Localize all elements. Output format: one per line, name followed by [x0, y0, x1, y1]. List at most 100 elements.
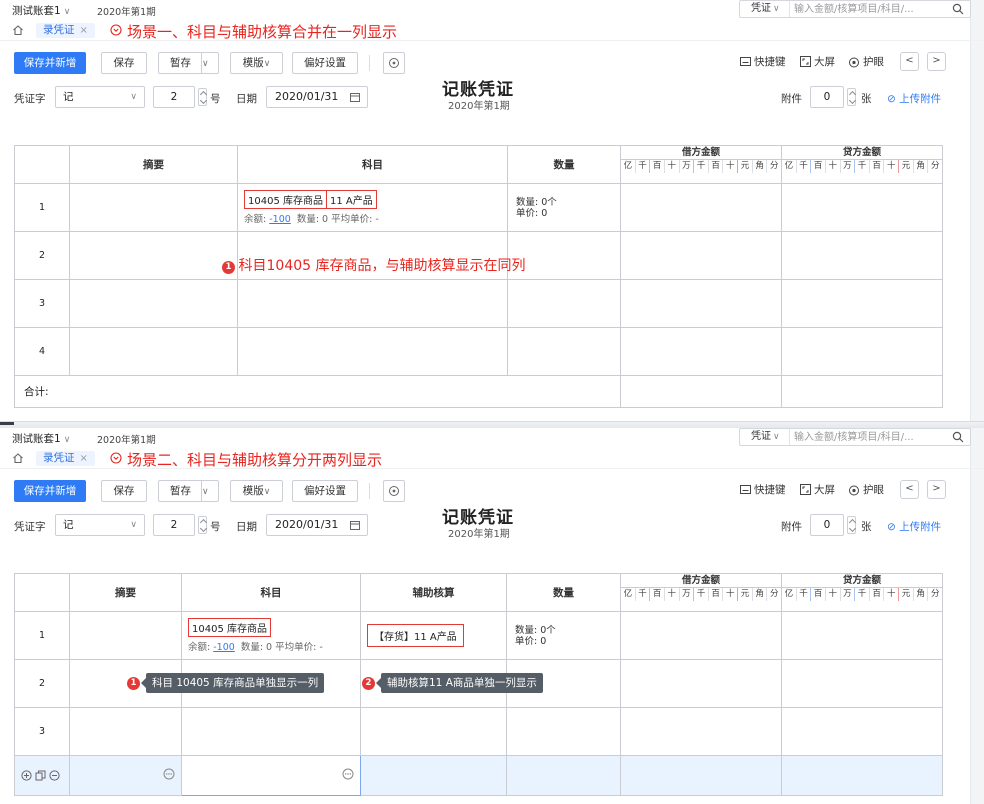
template-button[interactable]: 模版∨ — [230, 480, 283, 502]
delete-row-icon[interactable] — [49, 770, 60, 781]
debit-amount-cell[interactable] — [620, 327, 782, 376]
draft-dropdown[interactable]: ∨ — [201, 53, 218, 73]
date-picker[interactable]: 2020/01/31 — [266, 514, 368, 536]
prev-voucher-button[interactable]: < — [900, 480, 919, 499]
template-button[interactable]: 模版∨ — [230, 52, 283, 74]
add-row-icon[interactable] — [21, 770, 32, 781]
balance-link[interactable]: -100 — [213, 642, 235, 653]
debit-amount-cell[interactable] — [620, 183, 782, 232]
search-input[interactable] — [794, 1, 939, 17]
save-and-new-button[interactable]: 保存并新增 — [14, 52, 86, 74]
preferences-button[interactable]: 偏好设置 — [292, 480, 358, 502]
subject-value[interactable]: 10405 库存商品 — [188, 618, 271, 637]
draft-button[interactable]: 暂存 ∨ — [158, 52, 219, 74]
debit-amount-cell[interactable] — [620, 659, 782, 708]
preferences-button[interactable]: 偏好设置 — [292, 52, 358, 74]
fullscreen-button[interactable]: 大屏 — [800, 482, 835, 497]
subject-edit-cell[interactable] — [181, 755, 361, 796]
account-book-selector[interactable]: 测试账套1 ∨ — [12, 431, 70, 446]
aux-value[interactable]: 【存货】11 A产品 — [367, 624, 464, 647]
home-icon[interactable] — [12, 452, 24, 464]
attachment-count-input[interactable]: 0 — [810, 86, 844, 108]
attachment-stepper[interactable] — [847, 516, 856, 534]
credit-amount-cell[interactable] — [781, 327, 943, 376]
summary-cell[interactable] — [69, 327, 238, 376]
close-icon[interactable]: × — [80, 453, 88, 464]
next-voucher-button[interactable]: > — [927, 52, 946, 71]
credit-amount-cell[interactable] — [781, 231, 943, 280]
aux-edit-cell[interactable] — [360, 755, 507, 796]
subject-cell[interactable] — [237, 279, 508, 328]
more-options-button[interactable] — [383, 52, 405, 74]
attachment-count-input[interactable]: 0 — [810, 514, 844, 536]
subject-cell[interactable] — [237, 327, 508, 376]
quantity-cell[interactable] — [507, 279, 621, 328]
credit-amount-cell[interactable] — [781, 183, 943, 232]
debit-amount-cell[interactable] — [620, 707, 782, 756]
debit-total-cell[interactable] — [620, 375, 782, 408]
summary-cell[interactable] — [69, 231, 238, 280]
quantity-cell[interactable]: 数量: 0个 单价: 0 — [507, 183, 621, 232]
credit-amount-cell[interactable] — [781, 611, 943, 660]
more-icon[interactable] — [163, 768, 175, 780]
subject-cell[interactable] — [181, 707, 361, 756]
credit-amount-cell[interactable] — [781, 707, 943, 756]
upload-attachment-link[interactable]: ⊘ 上传附件 — [887, 91, 941, 106]
prev-voucher-button[interactable]: < — [900, 52, 919, 71]
credit-amount-cell[interactable] — [781, 279, 943, 328]
quantity-cell[interactable] — [506, 707, 621, 756]
save-button[interactable]: 保存 — [101, 480, 147, 502]
aux-value[interactable]: 11 A产品 — [326, 190, 377, 209]
aux-cell[interactable]: 【存货】11 A产品 — [360, 611, 507, 660]
summary-cell[interactable] — [69, 611, 182, 660]
summary-edit-cell[interactable] — [69, 755, 182, 796]
credit-amount-cell[interactable] — [781, 755, 943, 796]
eye-care-button[interactable]: 护眼 — [848, 482, 884, 497]
draft-dropdown[interactable]: ∨ — [201, 481, 218, 501]
tab-record-voucher[interactable]: 录凭证 × — [36, 23, 95, 38]
balance-link[interactable]: -100 — [269, 214, 291, 225]
number-stepper[interactable] — [198, 88, 207, 106]
home-icon[interactable] — [12, 24, 24, 36]
credit-amount-cell[interactable] — [781, 659, 943, 708]
fullscreen-button[interactable]: 大屏 — [800, 54, 835, 69]
upload-attachment-link[interactable]: ⊘ 上传附件 — [887, 519, 941, 534]
quantity-cell[interactable]: 数量: 0个 单价: 0 — [506, 611, 621, 660]
voucher-number-input[interactable]: 2 — [153, 86, 195, 108]
voucher-number-input[interactable]: 2 — [153, 514, 195, 536]
voucher-word-select[interactable]: 记 ∨ — [55, 86, 145, 108]
credit-total-cell[interactable] — [781, 375, 943, 408]
shortcut-button[interactable]: 快捷键 — [740, 54, 786, 69]
debit-amount-cell[interactable] — [620, 231, 782, 280]
aux-cell[interactable] — [360, 707, 507, 756]
summary-cell[interactable] — [69, 707, 182, 756]
summary-cell[interactable] — [69, 183, 238, 232]
search-icon[interactable] — [952, 3, 964, 15]
quantity-edit-cell[interactable] — [506, 755, 621, 796]
next-voucher-button[interactable]: > — [927, 480, 946, 499]
debit-amount-cell[interactable] — [620, 755, 782, 796]
debit-amount-cell[interactable] — [620, 279, 782, 328]
search-input[interactable] — [794, 429, 939, 445]
summary-cell[interactable] — [69, 279, 238, 328]
copy-row-icon[interactable] — [35, 770, 46, 781]
account-book-selector[interactable]: 测试账套1 ∨ — [12, 3, 70, 18]
save-button[interactable]: 保存 — [101, 52, 147, 74]
tab-record-voucher[interactable]: 录凭证 × — [36, 451, 95, 466]
quantity-cell[interactable] — [507, 327, 621, 376]
search-type-dropdown[interactable]: 凭证 ∨ — [740, 1, 790, 17]
attachment-stepper[interactable] — [847, 88, 856, 106]
save-and-new-button[interactable]: 保存并新增 — [14, 480, 86, 502]
close-icon[interactable]: × — [80, 25, 88, 36]
subject-cell[interactable]: 10405 库存商品 11 A产品 余额: -100 数量: 0 平均单价: - — [237, 183, 508, 232]
search-type-dropdown[interactable]: 凭证 ∨ — [740, 429, 790, 445]
number-stepper[interactable] — [198, 516, 207, 534]
subject-value[interactable]: 10405 库存商品 — [244, 190, 327, 209]
search-icon[interactable] — [952, 431, 964, 443]
more-options-button[interactable] — [383, 480, 405, 502]
shortcut-button[interactable]: 快捷键 — [740, 482, 786, 497]
subject-cell[interactable]: 10405 库存商品 余额: -100 数量: 0 平均单价: - — [181, 611, 361, 660]
draft-button[interactable]: 暂存 ∨ — [158, 480, 219, 502]
voucher-word-select[interactable]: 记 ∨ — [55, 514, 145, 536]
date-picker[interactable]: 2020/01/31 — [266, 86, 368, 108]
